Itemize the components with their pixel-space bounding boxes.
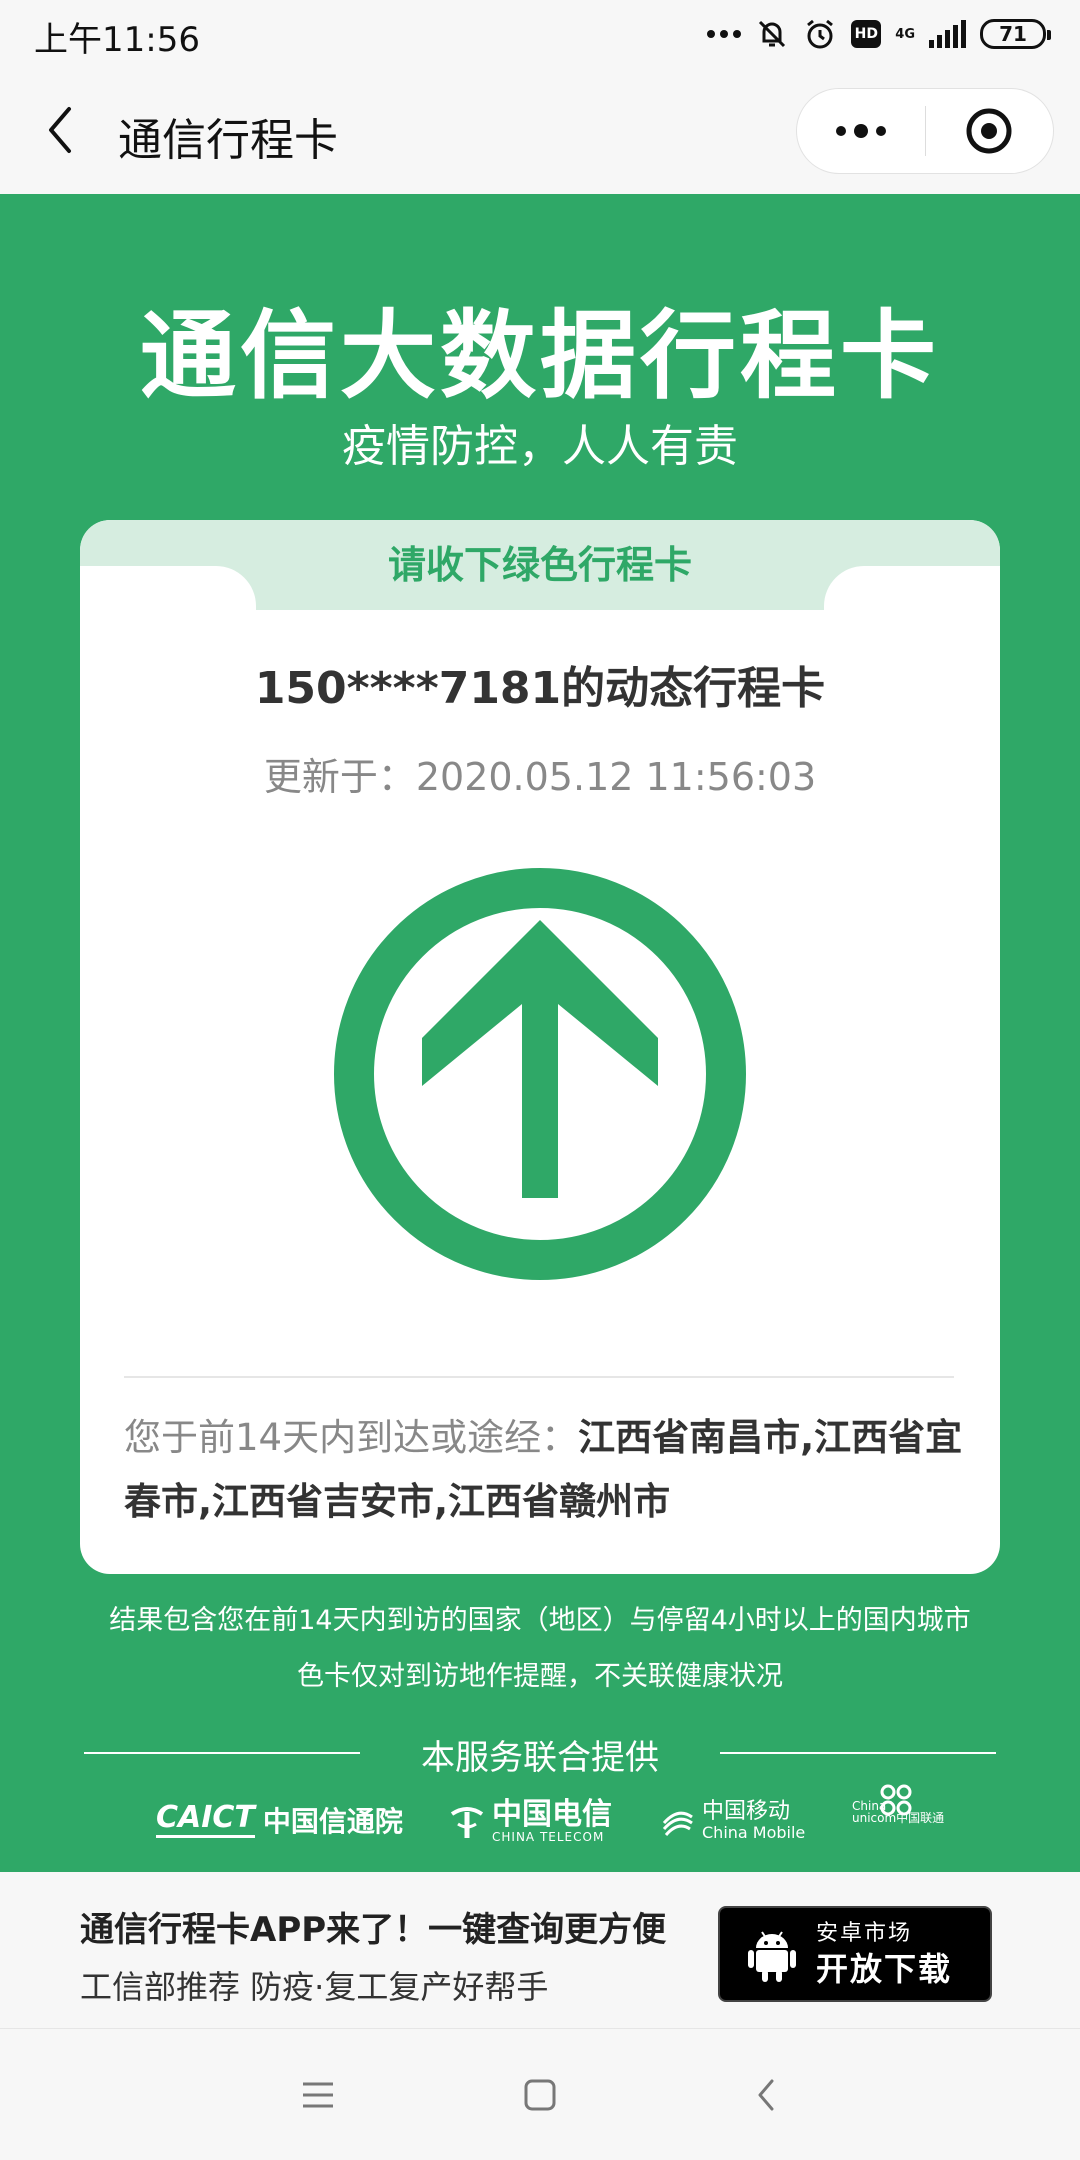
green-arrow-icon [334, 868, 746, 1280]
unicom-knot-icon [880, 1784, 912, 1816]
provider-header: 本服务联合提供 [0, 1728, 1080, 1780]
system-nav-bar [0, 2028, 1080, 2160]
china-mobile-logo: 中国移动 China Mobile [660, 1800, 805, 1842]
card-tab-label: 请收下绿色行程卡 [387, 543, 692, 587]
signal-icon [929, 20, 966, 48]
caict-logo: CAICT 中国信通院 [156, 1799, 403, 1838]
close-mini-program-button[interactable] [926, 88, 1054, 174]
network-type: 4G [895, 26, 915, 42]
card-heading: 150****7181的动态行程卡 [254, 663, 826, 714]
android-download-button[interactable]: 安卓市场 开放下载 [718, 1906, 992, 2002]
more-button[interactable] [797, 88, 925, 174]
status-icons: HD 4G 71 [707, 14, 1051, 54]
china-unicom-logo: China unicom中国联通 [852, 1784, 944, 1824]
android-icon [748, 1931, 796, 1982]
promo-title: 通信行程卡APP来了！一键查询更方便 [80, 1910, 667, 1950]
hero-title: 通信大数据行程卡 [140, 300, 940, 412]
page-title: 通信行程卡 [118, 115, 338, 166]
note-line-2: 色卡仅对到访地作提醒，不关联健康状况 [297, 1661, 783, 1692]
hero-subtitle: 疫情防控，人人有责 [342, 421, 738, 472]
target-close-icon [966, 108, 1012, 154]
mini-program-capsule [796, 88, 1054, 174]
battery-icon: 71 [980, 19, 1051, 49]
visited-prefix: 您于前14天内到达或途经： [124, 1416, 579, 1459]
provider-logos: CAICT 中国信通院 中国电信 CHINA TELECOM 中国移动 Chin… [0, 1784, 1080, 1856]
status-time: 上午11:56 [34, 20, 200, 60]
visited-cities: 您于前14天内到达或途经：江西省南昌市,江西省宜春市,江西省吉安市,江西省赣州市 [124, 1406, 964, 1534]
chevron-left-icon [49, 107, 71, 153]
notification-dots-icon [707, 30, 742, 38]
provider-label: 本服务联合提供 [421, 1738, 659, 1778]
promo-subtitle: 工信部推荐 防疫·复工复产好帮手 [80, 1968, 549, 2006]
mobile-swirl-icon [662, 1811, 693, 1837]
telecom-swirl-icon [450, 1807, 484, 1838]
app-promo-banner: 通信行程卡APP来了！一键查询更方便 工信部推荐 防疫·复工复产好帮手 安卓市场… [0, 1872, 1080, 2028]
card-divider [124, 1376, 954, 1378]
nav-bar: 通信行程卡 [0, 66, 1080, 194]
menu-icon [303, 2082, 333, 2108]
home-square-icon [524, 2079, 556, 2111]
battery-level: 71 [999, 22, 1027, 46]
recent-apps-button[interactable] [288, 2065, 348, 2125]
status-bar: 上午11:56 HD 4G 71 [0, 0, 1080, 66]
chevron-left-icon [758, 2079, 774, 2111]
back-button[interactable] [30, 100, 90, 160]
itinerary-card: 请收下绿色行程卡 150****7181的动态行程卡 更新于：2020.05.1… [80, 520, 1000, 1574]
download-button-top: 安卓市场 [816, 1921, 913, 1946]
mute-icon [759, 20, 786, 48]
hd-badge: HD [851, 20, 882, 48]
china-telecom-logo: 中国电信 CHINA TELECOM [448, 1800, 612, 1844]
alarm-icon [807, 19, 834, 49]
home-button[interactable] [510, 2065, 570, 2125]
note-line-1: 结果包含您在前14天内到访的国家（地区）与停留4小时以上的国内城市 [109, 1605, 971, 1636]
itinerary-panel: 通信大数据行程卡 疫情防控，人人有责 请收下绿色行程卡 150****7181的… [0, 194, 1080, 1872]
system-back-button[interactable] [736, 2065, 796, 2125]
download-button-label: 开放下载 [816, 1950, 953, 1988]
update-time: 更新于：2020.05.12 11:56:03 [263, 755, 817, 799]
